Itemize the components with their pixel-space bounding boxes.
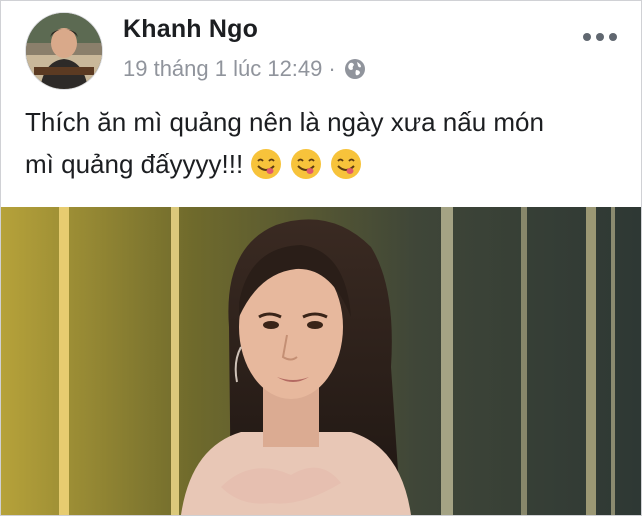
yum-face-emoji-icon [249,147,283,181]
yum-face-emoji-icon [289,147,323,181]
more-options-icon[interactable] [583,31,617,43]
facebook-post: Khanh Ngo 19 tháng 1 lúc 12:49 · Thích ă… [0,0,642,516]
yum-face-emoji-icon [329,147,363,181]
author-avatar[interactable] [25,12,103,90]
globe-icon[interactable] [344,58,366,80]
post-timestamp[interactable]: 19 tháng 1 lúc 12:49 [123,56,322,82]
author-name[interactable]: Khanh Ngo [123,15,258,44]
post-meta: 19 tháng 1 lúc 12:49 · [123,55,366,83]
post-text-line-2: mì quảng đấyyyy!!! [25,143,615,185]
post-photo[interactable] [1,207,641,515]
more-dot [609,33,617,41]
post-text-line-1: Thích ăn mì quảng nên là ngày xưa nấu mó… [25,107,544,137]
post-text: Thích ăn mì quảng nên là ngày xưa nấu mó… [25,101,615,185]
meta-separator: · [328,56,336,81]
more-dot [596,33,604,41]
post-photo-icon [1,207,641,515]
post-text-line-2-text: mì quảng đấyyyy!!! [25,149,244,179]
profile-photo-icon [26,13,102,89]
post-header: Khanh Ngo 19 tháng 1 lúc 12:49 · [1,1,641,93]
more-dot [583,33,591,41]
